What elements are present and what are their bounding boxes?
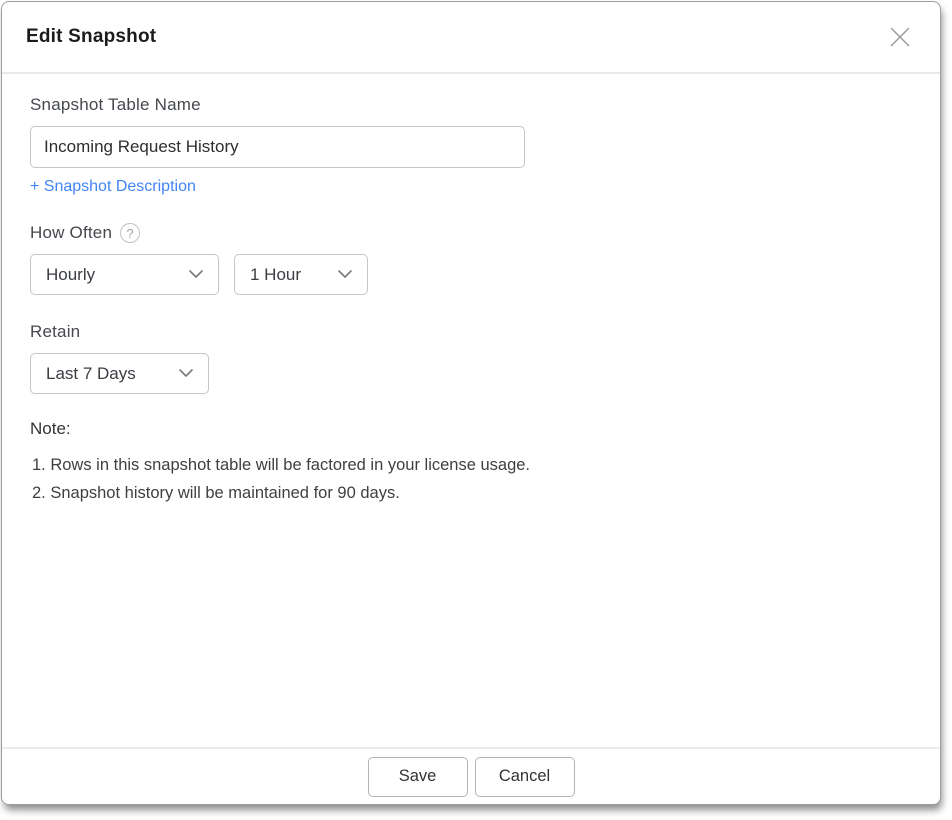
note-list: 1. Rows in this snapshot table will be f… xyxy=(30,451,912,507)
note-item: 1. Rows in this snapshot table will be f… xyxy=(30,451,912,479)
interval-select[interactable]: 1 Hour xyxy=(234,254,368,295)
interval-value: 1 Hour xyxy=(250,265,301,285)
dialog-body: Snapshot Table Name + Snapshot Descripti… xyxy=(2,74,940,507)
dialog-footer: Save Cancel xyxy=(2,747,940,804)
cancel-button[interactable]: Cancel xyxy=(475,757,575,797)
chevron-down-icon xyxy=(189,270,203,279)
chevron-down-icon xyxy=(338,270,352,279)
table-name-input[interactable] xyxy=(30,126,525,168)
how-often-selects: Hourly 1 Hour xyxy=(30,254,912,295)
retain-select-row: Last 7 Days xyxy=(30,353,912,394)
table-name-label: Snapshot Table Name xyxy=(30,95,912,115)
how-often-label: How Often ? xyxy=(30,223,912,243)
retain-label: Retain xyxy=(30,322,912,342)
help-icon[interactable]: ? xyxy=(120,223,140,243)
save-button[interactable]: Save xyxy=(368,757,468,797)
how-often-label-text: How Often xyxy=(30,223,112,243)
retain-value: Last 7 Days xyxy=(46,364,136,384)
frequency-value: Hourly xyxy=(46,265,95,285)
note-item: 2. Snapshot history will be maintained f… xyxy=(30,479,912,507)
frequency-select[interactable]: Hourly xyxy=(30,254,219,295)
edit-snapshot-dialog: Edit Snapshot Snapshot Table Name + Snap… xyxy=(1,1,941,805)
dialog-header: Edit Snapshot xyxy=(2,2,940,74)
note-heading: Note: xyxy=(30,419,912,439)
close-icon[interactable] xyxy=(886,23,914,51)
chevron-down-icon xyxy=(179,369,193,378)
dialog-title: Edit Snapshot xyxy=(26,26,156,48)
note-block: Note: 1. Rows in this snapshot table wil… xyxy=(30,419,912,507)
close-x-glyph xyxy=(888,25,912,49)
retain-select[interactable]: Last 7 Days xyxy=(30,353,209,394)
add-description-link[interactable]: + Snapshot Description xyxy=(30,178,196,196)
